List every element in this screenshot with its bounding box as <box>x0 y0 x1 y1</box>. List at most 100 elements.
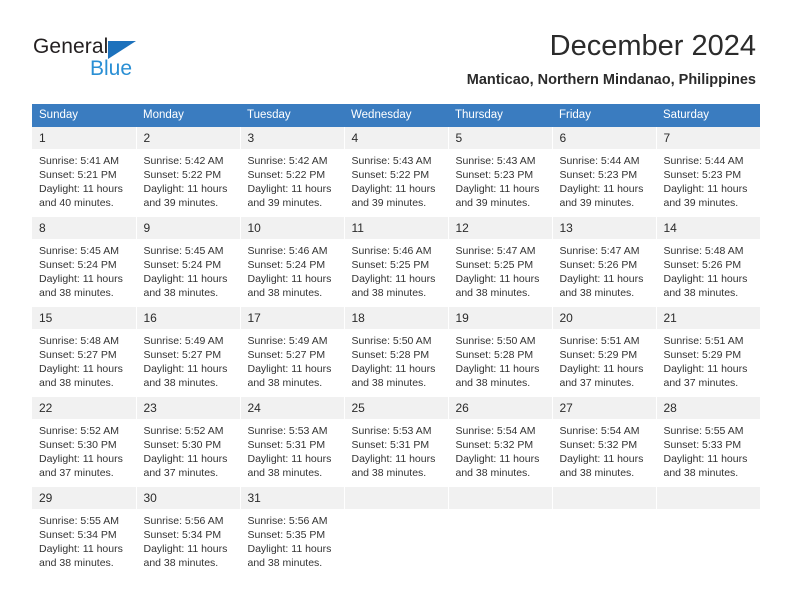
day-details: Sunrise: 5:53 AM Sunset: 5:31 PM Daylight:… <box>241 420 344 480</box>
day-daylight-line2-text: and 38 minutes. <box>39 557 114 570</box>
day-details: Sunrise: 5:56 AM Sunset: 5:34 PM Daylight:… <box>137 510 240 570</box>
calendar-day-cell[interactable]: 19 Sunrise: 5:50 AM Sunset: 5:28 PM Dayligh… <box>448 307 553 397</box>
day-sunset-text: Sunset: 5:23 PM <box>663 169 742 182</box>
day-sunrise-text: Sunrise: 5:44 AM <box>663 155 744 167</box>
day-sunrise-text: Sunrise: 5:50 AM <box>351 335 432 347</box>
day-number: 23 <box>136 397 240 420</box>
calendar-day-cell[interactable]: 26 Sunrise: 5:54 AM Sunset: 5:32 PM Dayligh… <box>448 397 553 487</box>
weekday-header-saturday: Saturday <box>656 104 760 127</box>
day-details: Sunrise: 5:51 AM Sunset: 5:29 PM Daylight:… <box>657 330 761 390</box>
calendar-day-cell[interactable]: 20 Sunrise: 5:51 AM Sunset: 5:29 PM Dayligh… <box>552 307 657 397</box>
day-sunset-text: Sunset: 5:33 PM <box>663 439 742 452</box>
day-details: Sunrise: 5:56 AM Sunset: 5:35 PM Daylight:… <box>241 510 344 570</box>
calendar-week-row: 29 Sunrise: 5:55 AM Sunset: 5:34 PM Dayligh… <box>32 487 760 577</box>
day-sunset-text: Sunset: 5:24 PM <box>143 259 222 272</box>
day-sunrise-text: Sunrise: 5:55 AM <box>39 515 119 527</box>
calendar-day-cell[interactable]: 30 Sunrise: 5:56 AM Sunset: 5:34 PM Dayligh… <box>136 487 241 577</box>
calendar-day-cell[interactable]: 24 Sunrise: 5:53 AM Sunset: 5:31 PM Dayligh… <box>240 397 345 487</box>
day-daylight-line1-text: Daylight: 11 hours <box>559 183 644 196</box>
day-daylight-line1-text: Daylight: 11 hours <box>455 183 540 196</box>
day-number: 12 <box>448 217 552 240</box>
calendar-day-cell[interactable]: 11 Sunrise: 5:46 AM Sunset: 5:25 PM Dayligh… <box>344 217 449 307</box>
day-sunrise-text: Sunrise: 5:49 AM <box>143 335 224 347</box>
calendar-day-cell[interactable]: 3 Sunrise: 5:42 AM Sunset: 5:22 PM Daylight… <box>240 127 345 217</box>
calendar-day-cell[interactable]: 5 Sunrise: 5:43 AM Sunset: 5:23 PM Daylight… <box>448 127 553 217</box>
day-number: 24 <box>240 397 344 420</box>
day-daylight-line2-text: and 38 minutes. <box>247 377 323 390</box>
day-daylight-line1-text: Daylight: 11 hours <box>351 183 436 196</box>
calendar-week-row: 1 Sunrise: 5:41 AM Sunset: 5:21 PM Daylight… <box>32 127 760 217</box>
day-daylight-line1-text: Daylight: 11 hours <box>143 183 228 196</box>
day-number <box>448 487 552 510</box>
day-sunset-text: Sunset: 5:23 PM <box>559 169 638 182</box>
calendar-day-cell[interactable]: 7 Sunrise: 5:44 AM Sunset: 5:23 PM Daylight… <box>656 127 760 217</box>
calendar-day-cell[interactable]: 12 Sunrise: 5:47 AM Sunset: 5:25 PM Dayligh… <box>448 217 553 307</box>
calendar-day-cell[interactable]: 4 Sunrise: 5:43 AM Sunset: 5:22 PM Daylight… <box>344 127 449 217</box>
day-number: 22 <box>32 397 136 420</box>
day-details <box>553 510 656 514</box>
calendar-day-cell[interactable]: 25 Sunrise: 5:53 AM Sunset: 5:31 PM Dayligh… <box>344 397 449 487</box>
day-sunrise-text: Sunrise: 5:51 AM <box>559 335 640 347</box>
general-blue-logo[interactable]: General Blue <box>33 35 183 83</box>
day-details: Sunrise: 5:53 AM Sunset: 5:31 PM Daylight:… <box>345 420 448 480</box>
weekday-header-friday: Friday <box>552 104 656 127</box>
day-number: 30 <box>136 487 240 510</box>
day-daylight-line1-text: Daylight: 11 hours <box>247 453 332 466</box>
calendar-day-cell[interactable]: 6 Sunrise: 5:44 AM Sunset: 5:23 PM Daylight… <box>552 127 657 217</box>
day-details: Sunrise: 5:42 AM Sunset: 5:22 PM Daylight:… <box>137 150 240 210</box>
day-daylight-line1-text: Daylight: 11 hours <box>663 183 748 196</box>
day-sunrise-text: Sunrise: 5:43 AM <box>455 155 536 167</box>
day-sunset-text: Sunset: 5:29 PM <box>559 349 638 362</box>
day-number: 29 <box>32 487 136 510</box>
day-daylight-line1-text: Daylight: 11 hours <box>351 453 436 466</box>
day-daylight-line2-text: and 38 minutes. <box>247 557 323 570</box>
day-daylight-line2-text: and 38 minutes. <box>247 287 323 300</box>
day-details: Sunrise: 5:55 AM Sunset: 5:34 PM Daylight:… <box>32 510 136 570</box>
calendar-cell-empty <box>344 487 449 577</box>
calendar-header-row: Sunday Monday Tuesday Wednesday Thursday… <box>32 104 760 127</box>
calendar-day-cell[interactable]: 27 Sunrise: 5:54 AM Sunset: 5:32 PM Dayligh… <box>552 397 657 487</box>
calendar-day-cell[interactable]: 23 Sunrise: 5:52 AM Sunset: 5:30 PM Dayligh… <box>136 397 241 487</box>
day-details: Sunrise: 5:52 AM Sunset: 5:30 PM Daylight:… <box>137 420 240 480</box>
calendar-day-cell[interactable]: 9 Sunrise: 5:45 AM Sunset: 5:24 PM Daylight… <box>136 217 241 307</box>
calendar-cell-empty <box>552 487 657 577</box>
calendar-day-cell[interactable]: 2 Sunrise: 5:42 AM Sunset: 5:22 PM Daylight… <box>136 127 241 217</box>
calendar-day-cell[interactable]: 1 Sunrise: 5:41 AM Sunset: 5:21 PM Daylight… <box>32 127 137 217</box>
calendar-day-cell[interactable]: 8 Sunrise: 5:45 AM Sunset: 5:24 PM Daylight… <box>32 217 137 307</box>
day-sunrise-text: Sunrise: 5:54 AM <box>559 425 640 437</box>
day-sunset-text: Sunset: 5:32 PM <box>559 439 638 452</box>
calendar-day-cell[interactable]: 28 Sunrise: 5:55 AM Sunset: 5:33 PM Dayligh… <box>656 397 760 487</box>
day-sunrise-text: Sunrise: 5:43 AM <box>351 155 432 167</box>
day-details: Sunrise: 5:48 AM Sunset: 5:26 PM Daylight:… <box>657 240 761 300</box>
day-daylight-line2-text: and 38 minutes. <box>351 467 427 480</box>
day-sunset-text: Sunset: 5:34 PM <box>39 529 117 542</box>
day-daylight-line2-text: and 38 minutes. <box>663 287 739 300</box>
day-daylight-line1-text: Daylight: 11 hours <box>455 363 540 376</box>
calendar-day-cell[interactable]: 17 Sunrise: 5:49 AM Sunset: 5:27 PM Dayligh… <box>240 307 345 397</box>
day-number: 10 <box>240 217 344 240</box>
day-details <box>345 510 448 514</box>
day-daylight-line2-text: and 39 minutes. <box>351 197 427 210</box>
calendar-day-cell[interactable]: 10 Sunrise: 5:46 AM Sunset: 5:24 PM Dayligh… <box>240 217 345 307</box>
day-daylight-line1-text: Daylight: 11 hours <box>663 363 748 376</box>
day-daylight-line1-text: Daylight: 11 hours <box>663 273 748 286</box>
day-daylight-line1-text: Daylight: 11 hours <box>39 543 123 556</box>
calendar-day-cell[interactable]: 14 Sunrise: 5:48 AM Sunset: 5:26 PM Dayligh… <box>656 217 760 307</box>
calendar-day-cell[interactable]: 13 Sunrise: 5:47 AM Sunset: 5:26 PM Dayligh… <box>552 217 657 307</box>
day-daylight-line1-text: Daylight: 11 hours <box>559 273 644 286</box>
calendar-day-cell[interactable]: 18 Sunrise: 5:50 AM Sunset: 5:28 PM Dayligh… <box>344 307 449 397</box>
day-sunset-text: Sunset: 5:31 PM <box>351 439 430 452</box>
calendar-day-cell[interactable]: 22 Sunrise: 5:52 AM Sunset: 5:30 PM Dayligh… <box>32 397 137 487</box>
logo-text-blue: Blue <box>90 57 133 80</box>
calendar-day-cell[interactable]: 29 Sunrise: 5:55 AM Sunset: 5:34 PM Dayligh… <box>32 487 137 577</box>
calendar-day-cell[interactable]: 16 Sunrise: 5:49 AM Sunset: 5:27 PM Dayligh… <box>136 307 241 397</box>
day-daylight-line1-text: Daylight: 11 hours <box>455 453 540 466</box>
day-number <box>656 487 760 510</box>
weekday-header-sunday: Sunday <box>32 104 136 127</box>
day-sunset-text: Sunset: 5:34 PM <box>143 529 222 542</box>
calendar-day-cell[interactable]: 21 Sunrise: 5:51 AM Sunset: 5:29 PM Dayligh… <box>656 307 760 397</box>
calendar-day-cell[interactable]: 31 Sunrise: 5:56 AM Sunset: 5:35 PM Dayligh… <box>240 487 345 577</box>
day-number: 20 <box>552 307 656 330</box>
day-number: 26 <box>448 397 552 420</box>
calendar-day-cell[interactable]: 15 Sunrise: 5:48 AM Sunset: 5:27 PM Dayligh… <box>32 307 137 397</box>
